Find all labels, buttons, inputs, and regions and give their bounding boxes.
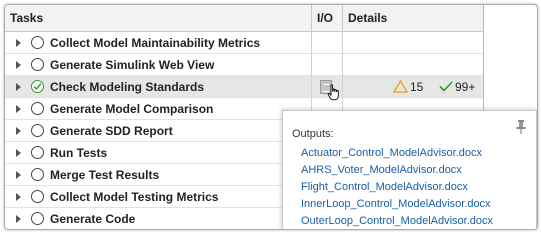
task-label: Collect Model Maintainability Metrics — [50, 36, 261, 50]
chevron-right-icon[interactable] — [16, 215, 21, 223]
io-cell — [311, 76, 342, 101]
circle-icon — [31, 168, 44, 181]
task-label: Check Modeling Standards — [50, 80, 205, 94]
task-label: Generate Simulink Web View — [50, 58, 215, 72]
output-file-link[interactable]: InnerLoop_Control_ModelAdvisor.docx — [301, 196, 493, 213]
task-row[interactable]: Generate Simulink Web View — [5, 54, 483, 76]
io-cell — [311, 54, 342, 76]
details-cell: 15 99+ — [342, 76, 483, 98]
task-label: Collect Model Testing Metrics — [50, 190, 219, 204]
checkmark-icon — [439, 81, 453, 92]
chevron-right-icon[interactable] — [16, 149, 21, 157]
output-file-link[interactable]: OuterLoop_Control_ModelAdvisor.docx — [301, 213, 493, 229]
details-cell — [342, 54, 483, 76]
circle-icon — [31, 190, 44, 203]
output-file-link[interactable]: Actuator_Control_ModelAdvisor.docx — [301, 145, 493, 162]
chevron-right-icon[interactable] — [16, 171, 21, 179]
chevron-right-icon[interactable] — [16, 83, 21, 91]
task-panel: Tasks I/O Details Collect Model Maintain… — [4, 4, 538, 230]
task-label: Merge Test Results — [50, 168, 160, 182]
output-file-link[interactable]: Flight_Control_ModelAdvisor.docx — [301, 179, 493, 196]
outputs-popup: Outputs: Actuator_Control_ModelAdvisor.d… — [282, 110, 537, 229]
chevron-right-icon[interactable] — [16, 39, 21, 47]
circle-icon — [31, 212, 44, 225]
table-header: Tasks I/O Details — [5, 5, 483, 32]
details-cell — [342, 32, 483, 54]
check-circle-icon — [31, 80, 44, 93]
output-file-list: Actuator_Control_ModelAdvisor.docx AHRS_… — [301, 145, 493, 229]
pin-icon[interactable] — [515, 119, 527, 135]
io-cell — [311, 32, 342, 54]
task-label: Run Tests — [50, 146, 108, 160]
column-header-tasks[interactable]: Tasks — [5, 5, 311, 31]
chevron-right-icon[interactable] — [16, 61, 21, 69]
column-header-io[interactable]: I/O — [311, 5, 342, 31]
chevron-right-icon[interactable] — [16, 193, 21, 201]
warning-triangle-icon — [393, 80, 408, 93]
chevron-right-icon[interactable] — [16, 127, 21, 135]
circle-icon — [31, 146, 44, 159]
passed-count: 99+ — [455, 80, 476, 94]
circle-icon — [31, 102, 44, 115]
task-label: Generate SDD Report — [50, 124, 173, 138]
task-row[interactable]: Collect Model Maintainability Metrics — [5, 32, 483, 54]
circle-icon — [31, 36, 44, 49]
task-row-selected[interactable]: Check Modeling Standards 15 99+ — [5, 76, 483, 101]
circle-icon — [31, 58, 44, 71]
warning-count: 15 — [410, 80, 424, 94]
circle-icon — [31, 124, 44, 137]
output-file-link[interactable]: AHRS_Voter_ModelAdvisor.docx — [301, 162, 493, 179]
column-header-details[interactable]: Details — [342, 5, 483, 31]
outputs-title: Outputs: — [292, 128, 334, 140]
chevron-right-icon[interactable] — [16, 105, 21, 113]
task-label: Generate Model Comparison — [50, 102, 214, 116]
task-label: Generate Code — [50, 212, 136, 226]
